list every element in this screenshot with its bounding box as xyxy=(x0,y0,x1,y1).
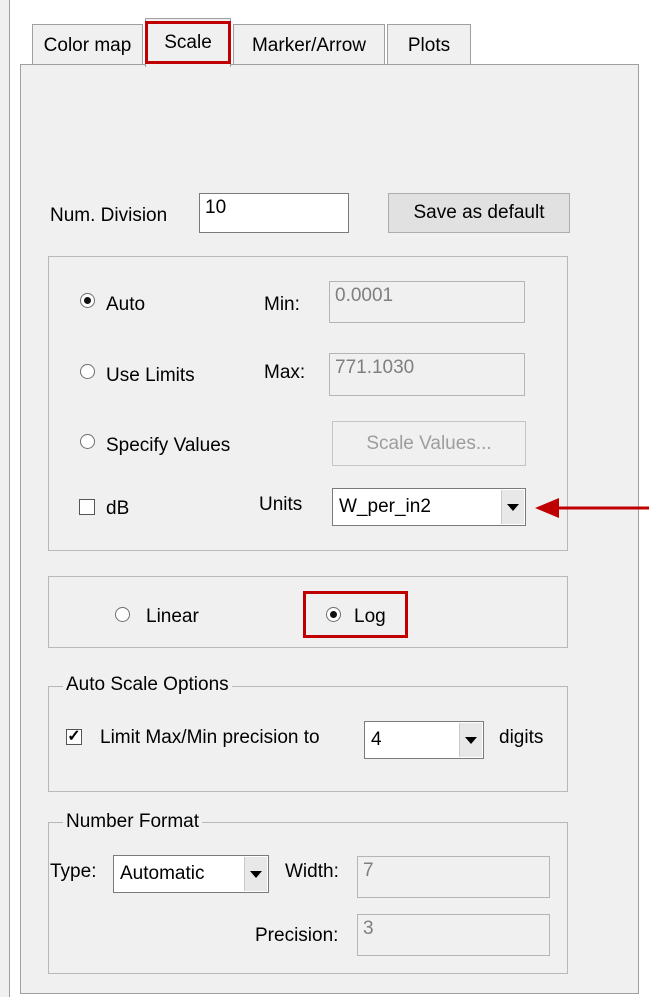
use-limits-label: Use Limits xyxy=(106,365,195,386)
scale-values-button[interactable]: Scale Values... xyxy=(332,421,526,466)
min-label: Min: xyxy=(264,294,300,315)
precision-input[interactable]: 3 xyxy=(357,914,550,956)
arrow-left-icon xyxy=(535,498,649,518)
auto-radio[interactable] xyxy=(80,293,95,308)
num-division-input[interactable]: 10 xyxy=(199,193,349,233)
num-division-label: Num. Division xyxy=(50,205,168,226)
tab-color-map[interactable]: Color map xyxy=(32,24,143,66)
width-input[interactable]: 7 xyxy=(357,856,550,898)
specify-values-radio[interactable] xyxy=(80,434,95,449)
digits-dropdown[interactable]: 4 xyxy=(364,721,484,759)
log-highlight xyxy=(303,591,408,638)
limit-precision-label: Limit Max/Min precision to xyxy=(100,727,320,748)
precision-label: Precision: xyxy=(255,925,339,946)
type-dropdown[interactable]: Automatic xyxy=(113,855,269,893)
digits-label: digits xyxy=(499,727,544,748)
width-label: Width: xyxy=(285,861,339,882)
db-checkbox[interactable] xyxy=(79,499,95,515)
tab-marker-arrow[interactable]: Marker/Arrow xyxy=(233,24,385,66)
type-label: Type: xyxy=(50,861,97,882)
max-label: Max: xyxy=(264,362,306,383)
tab-scale[interactable]: Scale xyxy=(145,18,231,67)
tab-plots[interactable]: Plots xyxy=(387,24,471,66)
min-input[interactable]: 0.0001 xyxy=(329,281,525,323)
dialog-left-edge xyxy=(0,0,10,997)
number-format-title: Number Format xyxy=(63,811,203,833)
type-value: Automatic xyxy=(120,863,205,884)
auto-label: Auto xyxy=(106,294,146,315)
chevron-down-icon[interactable] xyxy=(501,490,524,524)
linear-label: Linear xyxy=(146,606,199,627)
units-dropdown[interactable]: W_per_in2 xyxy=(332,488,526,526)
save-as-default-button[interactable]: Save as default xyxy=(388,193,570,233)
limit-precision-checkbox[interactable]: ✓ xyxy=(66,729,82,745)
specify-values-label: Specify Values xyxy=(106,435,231,456)
db-label: dB xyxy=(106,498,130,519)
use-limits-radio[interactable] xyxy=(80,364,95,379)
max-input[interactable]: 771.1030 xyxy=(329,353,525,396)
units-value: W_per_in2 xyxy=(339,496,431,517)
auto-scale-options-title: Auto Scale Options xyxy=(63,674,232,696)
chevron-down-icon[interactable] xyxy=(459,723,482,757)
units-label: Units xyxy=(259,494,303,515)
linear-radio[interactable] xyxy=(115,607,130,622)
chevron-down-icon[interactable] xyxy=(244,857,267,891)
digits-value: 4 xyxy=(371,729,382,750)
